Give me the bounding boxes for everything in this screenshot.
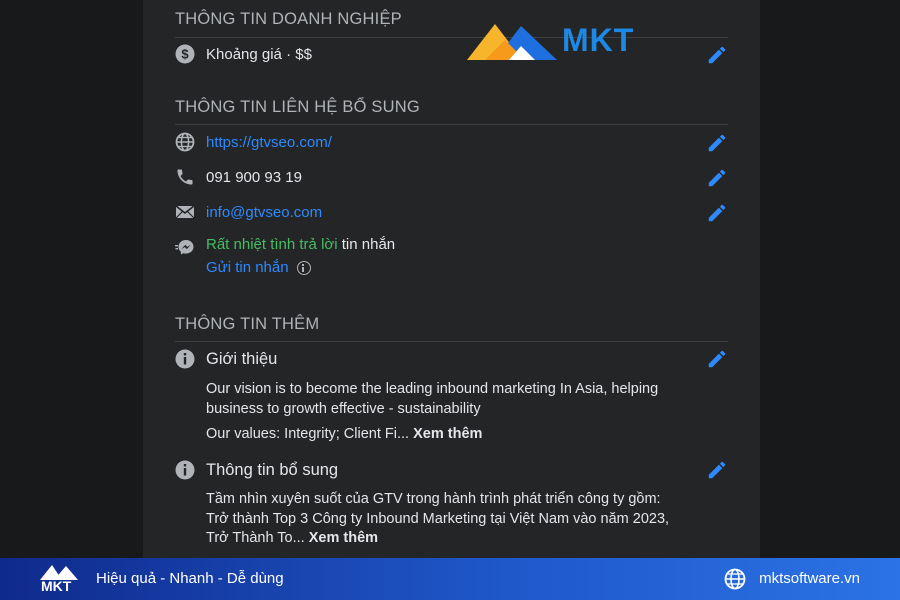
divider [175,341,728,342]
intro-label: Giới thiệu [206,350,278,368]
response-status-green: Rất nhiệt tình trả lời [206,236,338,253]
additional-text-body: Tầm nhìn xuyên suốt của GTV trong hành t… [206,491,670,546]
response-status-suffix: tin nhắn [337,236,396,253]
edit-price-button[interactable] [706,44,728,66]
pencil-icon [708,169,726,187]
intro-values-text: Our values: Integrity; Client Fi... [206,426,414,442]
globe-icon [175,132,195,152]
info-circle-icon [175,460,195,480]
phone-icon [175,167,195,187]
edit-additional-button[interactable] [706,459,728,481]
see-more-additional-link[interactable]: Xem thêm [309,530,378,546]
envelope-icon [175,202,195,222]
send-message-link[interactable]: Gửi tin nhắn [206,259,311,276]
see-more-intro-link[interactable]: Xem thêm [413,426,482,442]
footer-brand-text: MKT [41,578,72,594]
email-row: info@gtvseo.com [175,202,728,224]
website-link[interactable]: https://gtvseo.com/ [206,134,332,151]
pencil-icon [708,350,726,368]
additional-text: Tầm nhìn xuyên suốt của GTV trong hành t… [206,490,686,549]
divider [175,124,728,125]
footer-website[interactable]: mktsoftware.vn [759,570,860,587]
edit-email-button[interactable] [706,202,728,224]
website-row: https://gtvseo.com/ [175,132,728,154]
phone-row: 091 900 93 19 [175,167,728,189]
left-background [0,0,143,558]
globe-icon [724,568,746,590]
info-circle-icon [175,349,195,369]
response-status: Rất nhiệt tình trả lời tin nhắn [206,236,395,253]
page-info-panel: THÔNG TIN DOANH NGHIỆP $ Khoảng giá · $$… [143,0,760,558]
additional-row: Thông tin bổ sung [175,459,728,483]
pencil-icon [708,204,726,222]
dollar-icon: $ [175,44,195,64]
email-link[interactable]: info@gtvseo.com [206,204,322,221]
footer-banner: MKT Hiệu quả - Nhanh - Dễ dùng mktsoftwa… [0,558,900,600]
additional-label: Thông tin bổ sung [206,461,339,479]
phone-text: 091 900 93 19 [206,169,302,186]
send-message-label: Gửi tin nhắn [206,259,289,276]
svg-text:$: $ [181,47,189,62]
mkt-mountain-icon [467,24,557,60]
messenger-fast-icon [175,238,195,258]
info-icon[interactable] [296,261,311,275]
intro-text: Our vision is to become the leading inbo… [206,381,659,417]
section-title-contact: THÔNG TIN LIÊN HỆ BỔ SUNG [175,98,420,116]
mkt-watermark-logo: MKT [465,18,665,66]
pencil-icon [708,461,726,479]
messenger-row: Rất nhiệt tình trả lời tin nhắn Gửi tin … [175,236,728,280]
edit-phone-button[interactable] [706,167,728,189]
section-title-business: THÔNG TIN DOANH NGHIỆP [175,10,402,28]
section-title-more: THÔNG TIN THÊM [175,315,320,333]
pencil-icon [708,134,726,152]
right-background [760,0,900,558]
intro-row: Giới thiệu [175,348,728,372]
mkt-watermark-text: MKT [562,22,635,58]
pencil-icon [708,46,726,64]
edit-website-button[interactable] [706,132,728,154]
intro-values: Our values: Integrity; Client Fi... Xem … [206,425,686,445]
edit-intro-button[interactable] [706,348,728,370]
footer-logo: MKT [38,562,82,596]
footer-tagline: Hiệu quả - Nhanh - Dễ dùng [96,570,284,587]
price-range-text: Khoảng giá · $$ [206,46,312,63]
